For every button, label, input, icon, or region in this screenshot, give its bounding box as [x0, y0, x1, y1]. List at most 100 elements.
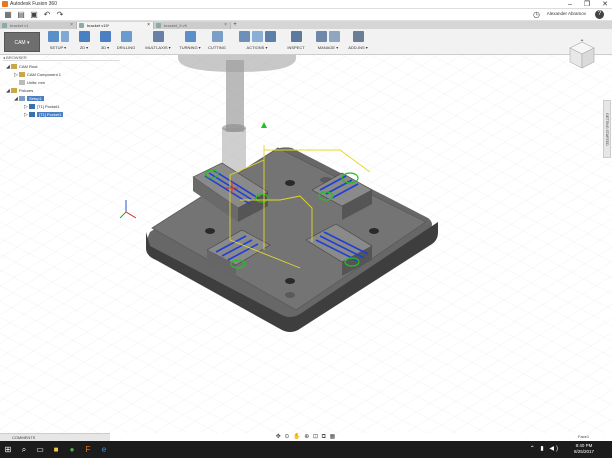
cutting-icon: [211, 31, 223, 42]
getting-started-panel-tab[interactable]: GETTING STARTED: [603, 100, 611, 158]
tree-row-units[interactable]: Units: mm: [6, 79, 118, 87]
close-window-button[interactable]: ✕: [602, 0, 608, 9]
add-ins-group[interactable]: ADD-INS ▾: [346, 31, 370, 53]
turning-label: TURNING ▾: [179, 45, 201, 50]
system-tray-icons[interactable]: ⌃ ▮ ◀): [530, 445, 560, 452]
redo-icon[interactable]: ↷: [55, 10, 65, 20]
file-menu-icon[interactable]: ▤: [16, 10, 26, 20]
component-icon: [19, 72, 25, 78]
tree-row-fixtures[interactable]: ◢ Fixtures: [6, 87, 118, 95]
edge-icon[interactable]: e: [96, 441, 112, 458]
windows-icon[interactable]: ⊞: [0, 441, 16, 458]
manage-label: MANAGE ▾: [317, 45, 339, 50]
title-bar: Autodesk Fusion 360 – ❐ ✕: [0, 0, 612, 9]
browser-header[interactable]: ◂ BROWSER: [3, 55, 120, 61]
window-title: Autodesk Fusion 360: [10, 1, 57, 7]
turning-icon: [184, 31, 196, 42]
3d-milling-icon: [99, 31, 111, 42]
tree-row-label: Fixtures: [19, 88, 34, 93]
close-tab-icon[interactable]: ×: [70, 22, 73, 29]
2d-label: 2D ▾: [79, 45, 89, 50]
inspect-group[interactable]: INSPECT: [285, 31, 307, 53]
window-controls: – ❐ ✕: [568, 0, 608, 9]
tree-row-label: Units: mm: [27, 80, 45, 85]
drilling-group[interactable]: DRILLING: [115, 31, 137, 53]
document-tab-active[interactable]: bracket v15* ×: [77, 22, 154, 29]
template-library-icon: [329, 31, 340, 42]
viewcube[interactable]: [568, 38, 596, 72]
selection-info: Face1: [578, 434, 590, 439]
multi-axis-icon: [152, 31, 164, 42]
document-tab[interactable]: bracket_5 v5 ×: [154, 22, 231, 29]
chrome-icon[interactable]: ●: [64, 441, 80, 458]
setup-label: SETUP ▾: [49, 45, 67, 50]
2d-milling-icon: [78, 31, 90, 42]
document-icon: [79, 23, 84, 28]
windows-taskbar: ⊞ ⌕ ▭ ■ ● F e ⌃ ▮ ◀) 8:40 PM 8/25/2017: [0, 441, 612, 458]
tree-row-component[interactable]: ▷ CAM Component 1: [6, 71, 118, 79]
minimize-button[interactable]: –: [568, 0, 572, 9]
file-explorer-icon[interactable]: ■: [48, 441, 64, 458]
tree-row-operation[interactable]: ▷ [T1] Pocket1: [6, 103, 118, 111]
close-tab-icon[interactable]: ×: [147, 22, 150, 29]
inspect-icon: [290, 31, 302, 42]
cutting-label: CUTTING: [208, 45, 226, 50]
add-ins-icon: [352, 31, 364, 42]
workspace-switcher[interactable]: CAM ▾: [4, 32, 40, 52]
2d-group[interactable]: 2D ▾: [74, 31, 94, 53]
folder-icon: [11, 64, 17, 70]
comments-panel[interactable]: COMMENTS: [0, 433, 110, 441]
undo-icon[interactable]: ↶: [42, 10, 52, 20]
tab-label: bracket v1: [10, 23, 29, 28]
ribbon-toolbar: CAM ▾ SETUP ▾ 2D ▾ 3D ▾ DRILLING MULTI-A…: [0, 29, 612, 55]
pocket-operation-icon: [29, 104, 35, 110]
actions-group[interactable]: ACTIONS ▾: [233, 31, 281, 53]
folder-icon: [11, 88, 17, 94]
home-view-icon[interactable]: [580, 39, 584, 41]
setup-node-icon: [19, 96, 25, 102]
document-icon: [2, 23, 7, 28]
system-clock[interactable]: 8:40 PM 8/25/2017: [574, 443, 594, 455]
tree-row-cam-root[interactable]: ◢ CAM Root: [6, 63, 118, 71]
document-tab[interactable]: bracket v1 ×: [0, 22, 77, 29]
help-icon[interactable]: ?: [595, 10, 604, 19]
drilling-label: DRILLING: [116, 45, 136, 50]
search-icon[interactable]: ⌕: [16, 441, 32, 458]
save-icon[interactable]: ▣: [29, 10, 39, 20]
task-view-icon[interactable]: ▭: [32, 441, 48, 458]
multi-axis-label: MULTI-AXIS ▾: [145, 45, 171, 50]
user-account-menu[interactable]: Alexander Abramov: [547, 11, 586, 16]
setup-group[interactable]: SETUP ▾: [46, 31, 70, 53]
cutting-group[interactable]: CUTTING: [206, 31, 228, 53]
navigation-bar[interactable]: ✥ ⊙ ✋ ⊕ ⊡ ⧉ ▦: [264, 433, 348, 441]
post-process-icon: [251, 31, 263, 42]
clock-date: 8/25/2017: [573, 449, 594, 454]
tree-row-setup[interactable]: ◢ Setup1: [6, 95, 118, 103]
document-tab-bar: bracket v1 × bracket v15* × bracket_5 v5…: [0, 21, 612, 29]
job-status-icon[interactable]: ◷: [533, 10, 540, 19]
tree-row-label: Setup1: [27, 96, 44, 101]
3d-label: 3D ▾: [100, 45, 110, 50]
close-tab-icon[interactable]: ×: [224, 22, 227, 29]
manage-group[interactable]: MANAGE ▾: [313, 31, 343, 53]
drilling-icon: [120, 31, 132, 42]
units-icon: [19, 80, 25, 86]
tree-row-label: [T1] Pocket1: [37, 104, 60, 109]
document-icon: [156, 23, 161, 28]
grid-menu-icon[interactable]: ▦: [3, 10, 13, 20]
multi-axis-group[interactable]: MULTI-AXIS ▾: [143, 31, 173, 53]
tab-label: bracket v15*: [87, 23, 110, 28]
3d-group[interactable]: 3D ▾: [95, 31, 115, 53]
turning-group[interactable]: TURNING ▾: [178, 31, 202, 53]
browser-panel: ◂ BROWSER ◢ CAM Root ▷ CAM Component 1 Uni…: [0, 55, 120, 135]
tree-row-operation-selected[interactable]: ▷ [T1] Pocket1: [6, 111, 118, 119]
browser-title: BROWSER: [6, 55, 27, 60]
add-ins-label: ADD-INS ▾: [348, 45, 368, 50]
new-tab-button[interactable]: +: [231, 22, 239, 29]
fusion-icon[interactable]: F: [80, 441, 96, 458]
maximize-button[interactable]: ❐: [584, 0, 590, 9]
tree-row-label: CAM Component 1: [27, 72, 62, 77]
inspect-label: INSPECT: [287, 45, 305, 50]
tool-library-icon: [316, 31, 327, 42]
fusion-logo-icon: [2, 1, 8, 7]
